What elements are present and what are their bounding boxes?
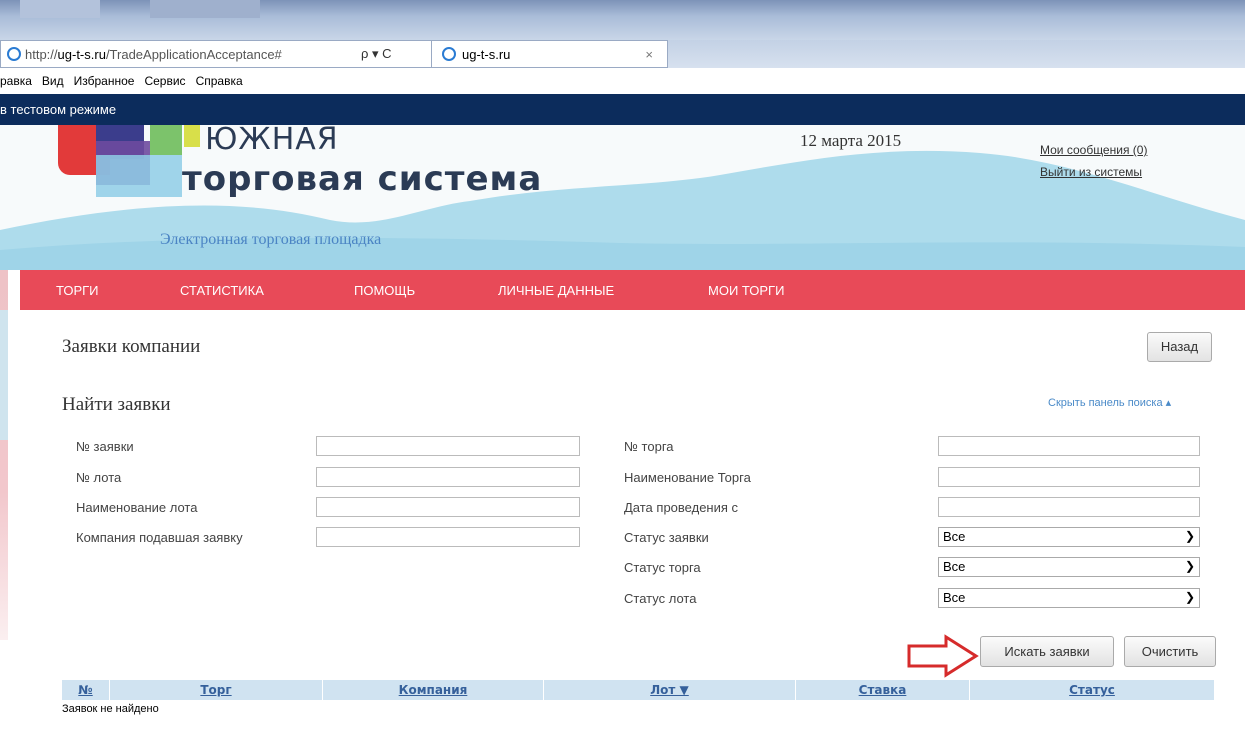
menu-favorites[interactable]: Избранное [74, 74, 135, 88]
menu-tools[interactable]: Сервис [144, 74, 185, 88]
column-status[interactable]: Статус [970, 680, 1214, 700]
close-icon[interactable]: × [645, 47, 653, 62]
no-results-text: Заявок не найдено [62, 703, 159, 715]
trade-name-input[interactable] [938, 467, 1200, 487]
lot-status-value: Все [943, 590, 966, 605]
logo-yellow-square [184, 125, 200, 147]
company-input[interactable] [316, 527, 580, 547]
logo-green-square [150, 125, 182, 155]
lot-number-input[interactable] [316, 467, 580, 487]
lot-name-input[interactable] [316, 497, 580, 517]
application-status-value: Все [943, 529, 966, 544]
browser-tab[interactable]: ug-t-s.ru × [432, 40, 668, 68]
main-nav: ТОРГИ СТАТИСТИКА ПОМОЩЬ ЛИЧНЫЕ ДАННЫЕ МО… [20, 270, 1245, 310]
logout-link[interactable]: Выйти из системы [1040, 161, 1147, 183]
user-links: Мои сообщения (0) Выйти из системы [1040, 139, 1147, 183]
clear-button[interactable]: Очистить [1124, 636, 1216, 667]
lot-number-label: № лота [76, 470, 122, 485]
site-tagline: Электронная торговая площадка [160, 231, 382, 248]
back-button[interactable]: Назад [1147, 332, 1212, 362]
address-url[interactable]: http://ug-t-s.ru/TradeApplicationAccepta… [25, 47, 361, 62]
logo-blue-square [96, 155, 182, 197]
nav-item-help[interactable]: ПОМОЩЬ [354, 283, 415, 298]
chevron-down-icon: ❯ [1184, 559, 1195, 573]
page-title: Заявки компании [62, 336, 201, 357]
trade-status-value: Все [943, 559, 966, 574]
column-trade[interactable]: Торг [110, 680, 323, 700]
tab-title: ug-t-s.ru [462, 46, 511, 62]
trade-status-label: Статус торга [624, 560, 701, 575]
application-status-label: Статус заявки [624, 530, 709, 545]
brand-line-2: торговая система [182, 159, 543, 199]
site-header: ЮЖНАЯ торговая система Электронная торго… [0, 125, 1245, 270]
content-area [30, 310, 1245, 738]
search-applications-button[interactable]: Искать заявки [980, 636, 1114, 667]
nav-item-my-trades[interactable]: МОИ ТОРГИ [708, 283, 784, 298]
empty-tab-area [668, 40, 1245, 68]
date-from-input[interactable] [938, 497, 1200, 517]
lot-status-label: Статус лота [624, 591, 697, 606]
current-date: 12 марта 2015 [800, 131, 902, 150]
ie-icon [7, 47, 21, 61]
browser-tab-strip [0, 0, 1245, 40]
search-title: Найти заявки [62, 394, 171, 415]
menu-help[interactable]: Справка [196, 74, 243, 88]
trade-number-label: № торга [624, 439, 674, 454]
lot-name-label: Наименование лота [76, 500, 198, 515]
test-mode-banner: в тестовом режиме [0, 94, 1245, 125]
date-from-label: Дата проведения с [624, 500, 739, 515]
column-number[interactable]: № [62, 680, 110, 700]
application-status-select[interactable]: Все ❯ [938, 527, 1200, 547]
red-arrow-annotation [907, 634, 979, 678]
column-lot[interactable]: Лот ▼ [544, 680, 796, 700]
application-number-label: № заявки [76, 439, 134, 454]
chevron-down-icon: ❯ [1184, 529, 1195, 543]
menu-view[interactable]: Вид [42, 74, 64, 88]
application-number-input[interactable] [316, 436, 580, 456]
ie-icon [442, 47, 456, 61]
company-label: Компания подавшая заявку [76, 530, 243, 545]
chevron-down-icon: ❯ [1184, 590, 1195, 604]
results-table-header: № Торг Компания Лот ▼ Ставка Статус [62, 680, 1214, 700]
left-decor-strip-blue [0, 310, 8, 440]
hide-search-panel-link[interactable]: Скрыть панель поиска ▴ [1048, 396, 1171, 409]
brand-line-1: ЮЖНАЯ [205, 125, 339, 157]
nav-item-statistics[interactable]: СТАТИСТИКА [180, 283, 264, 298]
trade-status-select[interactable]: Все ❯ [938, 557, 1200, 577]
messages-link[interactable]: Мои сообщения (0) [1040, 139, 1147, 161]
address-bar[interactable]: http://ug-t-s.ru/TradeApplicationAccepta… [0, 40, 432, 68]
search-refresh-icons[interactable]: ρ ▾ C [361, 46, 431, 62]
nav-item-personal-data[interactable]: ЛИЧНЫЕ ДАННЫЕ [498, 283, 614, 298]
nav-item-trades[interactable]: ТОРГИ [56, 283, 99, 298]
column-company[interactable]: Компания [323, 680, 544, 700]
lot-status-select[interactable]: Все ❯ [938, 588, 1200, 608]
column-bid[interactable]: Ставка [796, 680, 970, 700]
trade-name-label: Наименование Торга [624, 470, 751, 485]
trade-number-input[interactable] [938, 436, 1200, 456]
menu-edit[interactable]: равка [0, 74, 32, 88]
browser-menu-bar: равка Вид Избранное Сервис Справка [0, 68, 1245, 95]
